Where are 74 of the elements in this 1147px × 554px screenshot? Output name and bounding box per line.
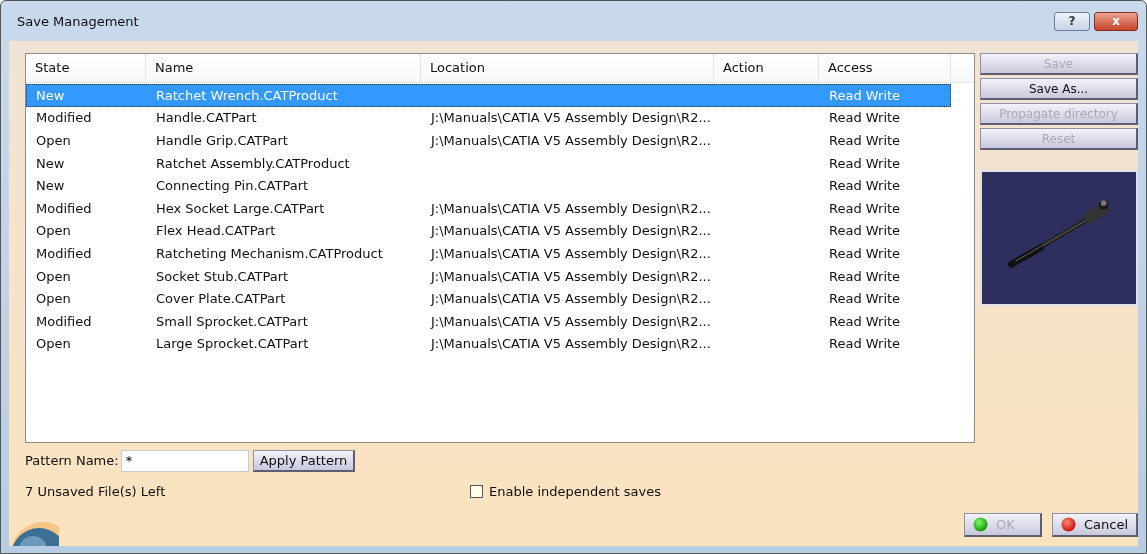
help-button[interactable]: ?: [1054, 11, 1090, 31]
table-cell-text: Open: [35, 133, 72, 148]
status-text: 7 Unsaved File(s) Left: [25, 484, 167, 499]
checkbox-label: Enable independent saves: [489, 484, 661, 499]
table-cell-text: Open: [35, 268, 72, 284]
table-cell-text: J:\Manuals\CATIA V5 Assembly Design\R2...: [429, 313, 712, 329]
table-cell-text: Read Write: [828, 110, 902, 126]
table-cell-text: Read Write: [828, 313, 902, 329]
table-cell-text: Read Write: [828, 223, 902, 239]
table-cell-text: Modified: [35, 313, 93, 329]
table-cell-text: J:\Manuals\CATIA V5 Assembly Design\R2...: [429, 223, 712, 239]
table-cell-text: Flex Head.CATPart: [155, 223, 277, 239]
table-cell-text: Read Write: [828, 336, 902, 352]
table-cell-text: J:\Manuals\CATIA V5 Assembly Design\R2...: [429, 200, 712, 216]
table-cell-text: Read Write: [828, 133, 902, 148]
table-row[interactable]: Modified Ratcheting Mechanism.CATProduct J:\Manuals\CATIA V5 Assembly Design\R2... Read Write: [26, 242, 951, 265]
table-cell-text: Read Write: [828, 200, 902, 216]
table-cell-text: Modified: [35, 245, 93, 261]
column-header[interactable]: State: [26, 54, 146, 82]
table-cell-text: Handle.CATPart: [155, 110, 258, 126]
table-cell-text: Read Write: [828, 87, 902, 103]
cancel-button[interactable]: Cancel: [1051, 513, 1138, 537]
table-cell-text: Connecting Pin.CATPart: [155, 178, 310, 194]
table-cell-text: Read Write: [828, 245, 902, 261]
table-cell-text: Ratchet Assembly.CATProduct: [155, 155, 351, 171]
table-cell-text: New: [35, 178, 66, 194]
table-cell-text: Ratcheting Mechanism.CATProduct: [155, 245, 384, 261]
table-cell-text: J:\Manuals\CATIA V5 Assembly Design\R2...: [429, 336, 712, 352]
table-cell-text: New: [35, 155, 66, 171]
table-cell-text: Read Write: [828, 291, 902, 307]
table-cell-text: Modified: [35, 110, 93, 126]
column-header[interactable]: Location: [421, 54, 714, 82]
table-row[interactable]: Modified Hex Socket Large.CATPart J:\Manuals\CATIA V5 Assembly Design\R2... Read Write: [26, 196, 951, 220]
ball-icon: [1060, 517, 1076, 532]
table-cell-text: Open: [35, 291, 72, 307]
table-cell-text: New: [35, 87, 66, 103]
table-cell-text: Large Sprocket.CATPart: [155, 336, 310, 352]
table-row[interactable]: Modified Handle.CATPart J:\Manuals\CATIA V5 Assembly Design\R2... Read Write: [26, 106, 951, 130]
side-button[interactable]: Save As...: [980, 78, 1138, 100]
column-header[interactable]: Action: [714, 54, 819, 82]
table-row[interactable]: Modified Small Sprocket.CATPart J:\Manuals\CATIA V5 Assembly Design\R2... Read Write: [26, 309, 951, 333]
table-cell-text: Ratchet Wrench.CATProduct: [155, 87, 339, 103]
table-cell-text: J:\Manuals\CATIA V5 Assembly Design\R2...: [429, 268, 712, 284]
checkbox[interactable]: [470, 485, 483, 498]
ball-icon: [972, 517, 988, 532]
table-cell-text: Cover Plate.CATPart: [155, 291, 287, 307]
table-cell-text: Small Sprocket.CATPart: [155, 313, 309, 329]
column-header[interactable]: Name: [146, 54, 421, 82]
window-title: Save Management: [17, 13, 140, 29]
table-cell-text: Handle Grip.CATPart: [155, 133, 289, 148]
table-row[interactable]: Open Cover Plate.CATPart J:\Manuals\CATIA V5 Assembly Design\R2... Read Write: [26, 287, 951, 310]
table-cell-text: Read Write: [828, 178, 902, 194]
table-cell-text: Open: [35, 336, 72, 352]
column-header[interactable]: Access: [819, 54, 951, 82]
table-cell-text: Modified: [35, 200, 93, 216]
table-row[interactable]: New Ratchet Assembly.CATProduct Read Write: [26, 151, 951, 175]
table-cell-text: Socket Stub.CATPart: [155, 268, 290, 284]
table-cell-text: J:\Manuals\CATIA V5 Assembly Design\R2...: [429, 245, 712, 261]
table-row[interactable]: Open Handle Grip.CATPart J:\Manuals\CATIA V5 Assembly Design\R2... Read Write: [26, 129, 951, 152]
table-row[interactable]: Open Socket Stub.CATPart J:\Manuals\CATIA V5 Assembly Design\R2... Read Write: [26, 264, 951, 288]
table-cell-text: J:\Manuals\CATIA V5 Assembly Design\R2...: [429, 110, 712, 126]
table-cell-text: Open: [35, 223, 72, 239]
table-cell-text: Read Write: [828, 155, 902, 171]
table-row[interactable]: Open Flex Head.CATPart J:\Manuals\CATIA V5 Assembly Design\R2... Read Write: [26, 219, 951, 243]
pattern-field[interactable]: *: [120, 449, 249, 472]
table-cell-text: J:\Manuals\CATIA V5 Assembly Design\R2...: [429, 133, 712, 148]
table-row[interactable]: New Connecting Pin.CATPart Read Write: [26, 174, 951, 197]
table-cell-text: Hex Socket Large.CATPart: [155, 200, 326, 216]
table-cell-text: J:\Manuals\CATIA V5 Assembly Design\R2...: [429, 291, 712, 307]
apply-pattern-button[interactable]: Apply Pattern: [252, 449, 356, 472]
table-row[interactable]: Open Large Sprocket.CATPart J:\Manuals\CATIA V5 Assembly Design\R2... Read Write: [26, 332, 951, 356]
table-cell-text: Read Write: [828, 268, 902, 284]
pattern-label: Pattern Name:: [25, 453, 119, 468]
globe-icon: [9, 520, 59, 546]
